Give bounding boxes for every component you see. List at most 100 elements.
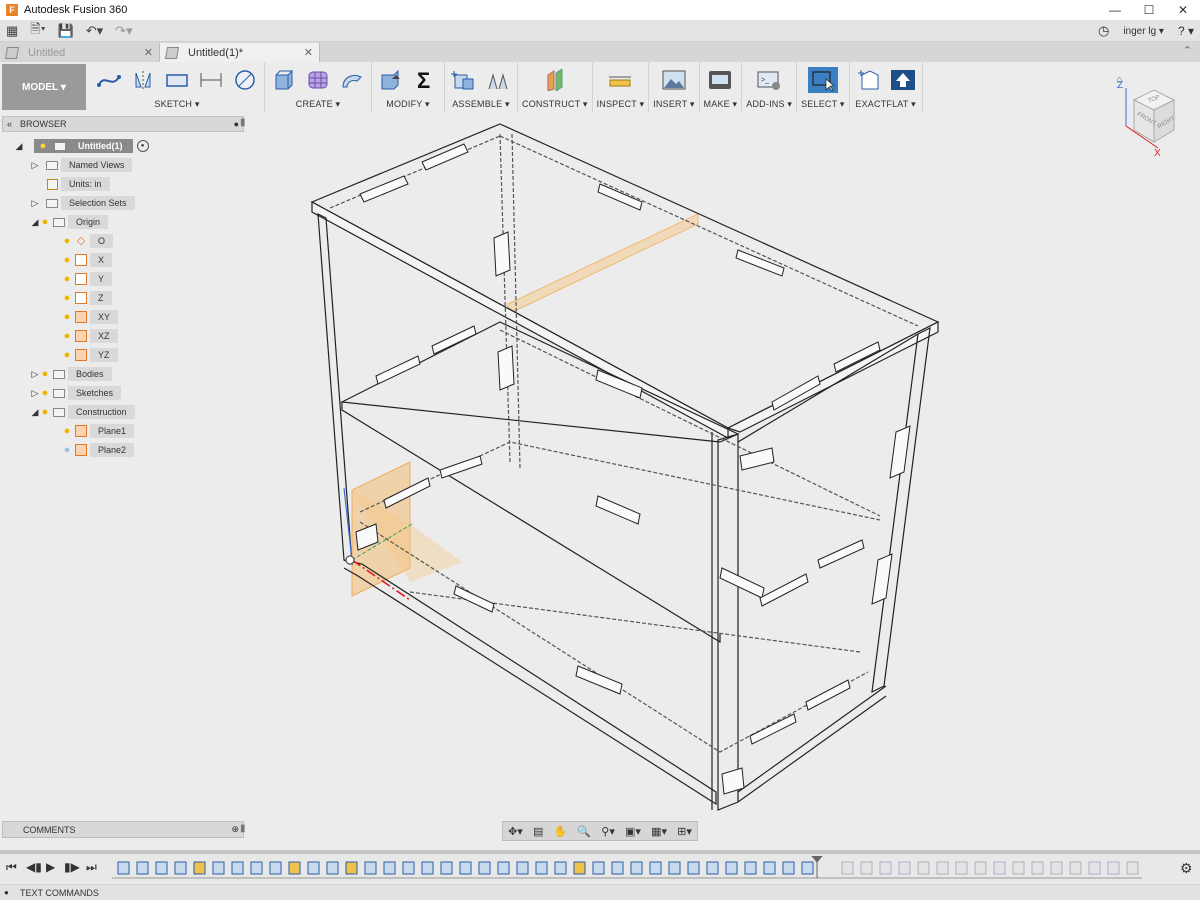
comments-title: COMMENTS xyxy=(23,824,76,835)
form-icon[interactable] xyxy=(303,67,333,93)
close-tab-icon[interactable]: ✕ xyxy=(144,46,153,59)
help-icon[interactable]: ? ▾ xyxy=(1178,24,1194,38)
assemble-group: ASSEMBLE ▾ xyxy=(445,62,518,112)
select-icon[interactable] xyxy=(807,67,838,93)
right-front-post xyxy=(717,433,739,811)
undo-icon[interactable]: ↶▾ xyxy=(80,20,109,42)
look-at-icon[interactable]: ▤ xyxy=(533,825,543,838)
rectangle-icon[interactable] xyxy=(162,67,192,93)
revolve-icon[interactable] xyxy=(337,67,367,93)
top-inner-edge xyxy=(499,135,919,327)
plane-icon[interactable] xyxy=(540,67,570,93)
create-group: CREATE ▾ xyxy=(265,62,372,112)
pan-hand-icon[interactable]: ✋ xyxy=(554,825,568,838)
play-icon[interactable]: ▶ xyxy=(46,860,55,874)
user-menu[interactable]: inger lg ▾ xyxy=(1123,26,1164,37)
orbit-icon[interactable]: ✥▾ xyxy=(508,825,523,838)
right-side-panel xyxy=(871,326,931,694)
grid-settings-icon[interactable]: ▦▾ xyxy=(651,825,667,838)
data-panel-grid-icon[interactable]: ▦ xyxy=(0,20,24,42)
close-tab-icon[interactable]: ✕ xyxy=(304,46,313,59)
make-menu[interactable]: MAKE ▾ xyxy=(704,99,738,110)
joint-icon[interactable] xyxy=(483,67,513,93)
navigation-bar: ✥▾ ▤ ✋ 🔍 ⚲▾ ▣▾ ▦▾ ⊞▾ xyxy=(502,821,698,841)
file-menu-icon[interactable]: 🗎▾ xyxy=(24,20,51,42)
dimension-icon[interactable] xyxy=(196,67,226,93)
close-icon[interactable]: ✕ xyxy=(1166,0,1200,20)
construction-plane-top xyxy=(507,213,699,315)
go-to-end-icon[interactable]: ⏭ xyxy=(86,860,97,875)
top-inner-edge xyxy=(329,135,501,209)
modify-group: Σ MODIFY ▾ xyxy=(372,62,445,112)
insert-image-icon[interactable] xyxy=(659,67,689,93)
construct-menu[interactable]: CONSTRUCT ▾ xyxy=(522,99,588,110)
comments-pin-icon[interactable]: ▮ xyxy=(240,823,246,834)
workspace-switcher[interactable]: MODEL ▾ xyxy=(2,64,86,110)
tab-label: Untitled(1)* xyxy=(188,46,244,59)
text-commands-bar[interactable]: ● TEXT COMMANDS xyxy=(0,884,1200,900)
view-cube[interactable]: TOP FRONT RIGHT Z X xyxy=(1112,78,1192,158)
ribbon-toolbar: MODEL ▾ SKETCH ▾ CREATE ▾ Σ MODIFY ▾ ASS… xyxy=(0,62,1200,112)
select-menu[interactable]: SELECT ▾ xyxy=(801,99,844,110)
view-cube-x-label: X xyxy=(1154,148,1161,158)
collapse-chevron-icon[interactable]: ⌃ xyxy=(1183,44,1192,57)
maximize-icon[interactable]: ☐ xyxy=(1132,0,1166,20)
box-icon[interactable] xyxy=(269,67,299,93)
exactflat-icon[interactable] xyxy=(854,67,884,93)
minimize-icon[interactable]: — xyxy=(1098,0,1132,20)
create-menu[interactable]: CREATE ▾ xyxy=(296,99,340,110)
redo-icon[interactable]: ↷▾ xyxy=(109,20,138,42)
home-view-icon[interactable]: ⌂ xyxy=(1116,74,1123,86)
select-group: SELECT ▾ xyxy=(797,62,850,112)
sigma-icon[interactable]: Σ xyxy=(410,67,440,93)
tab-untitled-1[interactable]: Untitled(1)* ✕ xyxy=(160,43,320,62)
tab-untitled[interactable]: Untitled ✕ xyxy=(0,43,160,62)
press-pull-icon[interactable] xyxy=(376,67,406,93)
tab-label: Untitled xyxy=(28,46,66,59)
measure-icon[interactable] xyxy=(605,67,635,93)
job-status-clock-icon[interactable]: ◷ xyxy=(1098,23,1109,39)
fit-zoom-icon[interactable]: ⚲▾ xyxy=(601,825,615,838)
step-back-icon[interactable]: ◀▮ xyxy=(26,860,42,874)
viewport-canvas[interactable] xyxy=(0,112,1200,820)
quick-access-bar: ▦ 🗎▾ 💾 ↶▾ ↷▾ ◷ inger lg ▾ ? ▾ xyxy=(0,20,1200,42)
assemble-menu[interactable]: ASSEMBLE ▾ xyxy=(452,99,510,110)
text-commands-icon: ● xyxy=(4,888,9,897)
middle-shelf-back xyxy=(499,329,881,517)
inspect-group: INSPECT ▾ xyxy=(593,62,650,112)
mirror-icon[interactable] xyxy=(128,67,158,93)
zoom-icon[interactable]: 🔍 xyxy=(577,825,591,838)
viewports-icon[interactable]: ⊞▾ xyxy=(677,825,692,838)
step-forward-icon[interactable]: ▮▶ xyxy=(64,860,80,874)
origin-point-marker xyxy=(345,555,355,565)
sketch-group: SKETCH ▾ xyxy=(90,62,265,112)
modify-menu[interactable]: MODIFY ▾ xyxy=(386,99,429,110)
save-icon[interactable]: 💾 xyxy=(52,20,80,42)
right-side-edge xyxy=(737,333,919,443)
go-to-start-icon[interactable]: ⏮ xyxy=(6,860,17,875)
inspect-menu[interactable]: INSPECT ▾ xyxy=(597,99,645,110)
timeline-settings-gear-icon[interactable]: ⚙ xyxy=(1180,860,1193,877)
display-settings-icon[interactable]: ▣▾ xyxy=(625,825,641,838)
scripts-icon[interactable]: >_ xyxy=(754,67,784,93)
construct-group: CONSTRUCT ▾ xyxy=(518,62,593,112)
make-icon[interactable] xyxy=(705,67,735,93)
line-icon[interactable] xyxy=(94,67,124,93)
svg-text:>_: >_ xyxy=(761,77,769,84)
make-group: MAKE ▾ xyxy=(700,62,743,112)
document-icon xyxy=(164,46,180,59)
new-component-icon[interactable] xyxy=(449,67,479,93)
sketch-menu[interactable]: SKETCH ▾ xyxy=(154,99,199,110)
document-icon xyxy=(4,46,20,59)
title-bar: F Autodesk Fusion 360 — ☐ ✕ xyxy=(0,0,1200,20)
z-axis-blue xyxy=(343,487,353,561)
timeline-features[interactable] xyxy=(112,856,1152,882)
exactflat-menu[interactable]: EXACTFLAT ▾ xyxy=(855,99,915,110)
circle-icon[interactable] xyxy=(230,67,260,93)
upload-icon[interactable] xyxy=(888,67,918,93)
add-ins-menu[interactable]: ADD-INS ▾ xyxy=(746,99,792,110)
insert-menu[interactable]: INSERT ▾ xyxy=(653,99,694,110)
add-comment-icon[interactable]: ⊕ xyxy=(231,824,239,835)
comments-panel-header[interactable]: COMMENTS ⊕ xyxy=(2,821,244,838)
document-tabs: Untitled ✕ Untitled(1)* ✕ ⌃ xyxy=(0,42,1200,62)
